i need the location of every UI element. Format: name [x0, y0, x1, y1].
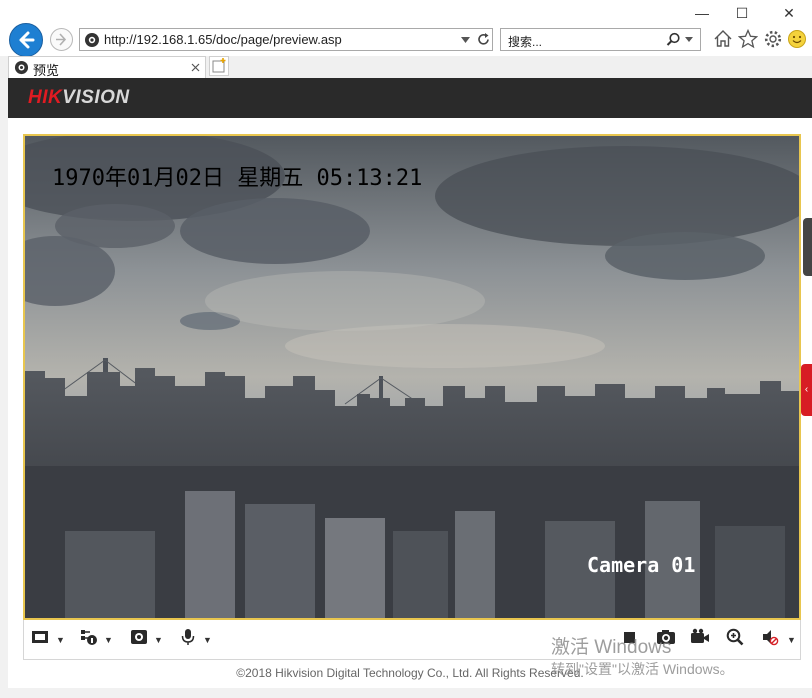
collapse-panel-button[interactable]: ‹	[801, 364, 812, 416]
browser-window: — ☐ ✕ http://192.168.1.65/doc/page/previ…	[0, 0, 812, 698]
smiley-icon[interactable]	[787, 29, 807, 49]
search-icon[interactable]	[666, 32, 681, 47]
plugin-button[interactable]	[130, 628, 148, 648]
gear-icon[interactable]	[763, 29, 783, 49]
forward-button[interactable]	[50, 28, 73, 51]
back-button[interactable]	[9, 23, 43, 57]
refresh-icon[interactable]	[476, 32, 491, 47]
osd-camera-name: Camera 01	[587, 553, 696, 577]
tab-preview[interactable]: 预览	[8, 56, 206, 78]
chevron-down-icon[interactable]: ▼	[787, 635, 796, 645]
hikvision-logo: HIKVISION	[28, 87, 130, 108]
record-button[interactable]	[690, 628, 710, 648]
microphone-button[interactable]	[179, 628, 197, 648]
chevron-down-icon[interactable]	[685, 37, 693, 42]
search-box[interactable]: 搜索...	[500, 28, 701, 51]
digital-zoom-button[interactable]	[726, 628, 744, 648]
microphone-icon	[181, 629, 195, 645]
activation-watermark-title: 激活 Windows	[551, 637, 672, 658]
tab-title: 预览	[33, 63, 60, 78]
arrow-right-icon	[56, 33, 67, 46]
new-tab-icon	[212, 58, 226, 73]
new-tab-button[interactable]	[209, 56, 229, 76]
side-panel-handle[interactable]	[803, 218, 812, 276]
chevron-down-icon[interactable]: ▼	[104, 635, 113, 645]
chevron-left-icon: ‹	[804, 384, 809, 395]
plugin-icon	[131, 630, 147, 644]
volume-muted-icon	[763, 630, 779, 646]
digital-zoom-icon	[726, 628, 744, 646]
site-icon	[14, 60, 29, 75]
stream-type-icon	[81, 630, 97, 645]
chevron-down-icon[interactable]: ▼	[56, 635, 65, 645]
chevron-down-icon[interactable]: ▼	[154, 635, 163, 645]
window-layout-button[interactable]	[31, 628, 49, 648]
dropdown-icon[interactable]	[461, 37, 470, 43]
video-preview[interactable]: 1970年01月02日 星期五 05:13:21 Camera 01	[23, 134, 801, 620]
address-url[interactable]: http://192.168.1.65/doc/page/preview.asp	[104, 32, 342, 47]
arrow-left-icon	[19, 31, 35, 49]
close-icon[interactable]	[191, 63, 200, 72]
address-bar[interactable]: http://192.168.1.65/doc/page/preview.asp	[79, 28, 493, 51]
osd-datetime: 1970年01月02日 星期五 05:13:21	[52, 166, 423, 191]
chevron-down-icon[interactable]: ▼	[203, 635, 212, 645]
live-video-image	[25, 136, 799, 618]
minimize-button[interactable]: —	[687, 4, 717, 22]
maximize-button[interactable]: ☐	[727, 4, 757, 22]
site-icon	[85, 33, 99, 47]
home-icon[interactable]	[713, 29, 733, 49]
star-icon[interactable]	[738, 29, 758, 49]
search-input[interactable]: 搜索...	[508, 33, 542, 50]
stream-type-button[interactable]	[80, 628, 98, 648]
record-icon	[691, 628, 709, 643]
window-layout-icon	[32, 631, 48, 643]
activation-watermark-subtitle: 转到"设置"以激活 Windows。	[551, 661, 734, 677]
window-bottom-edge	[0, 688, 812, 698]
close-button[interactable]: ✕	[774, 4, 804, 22]
volume-button[interactable]	[761, 628, 779, 648]
